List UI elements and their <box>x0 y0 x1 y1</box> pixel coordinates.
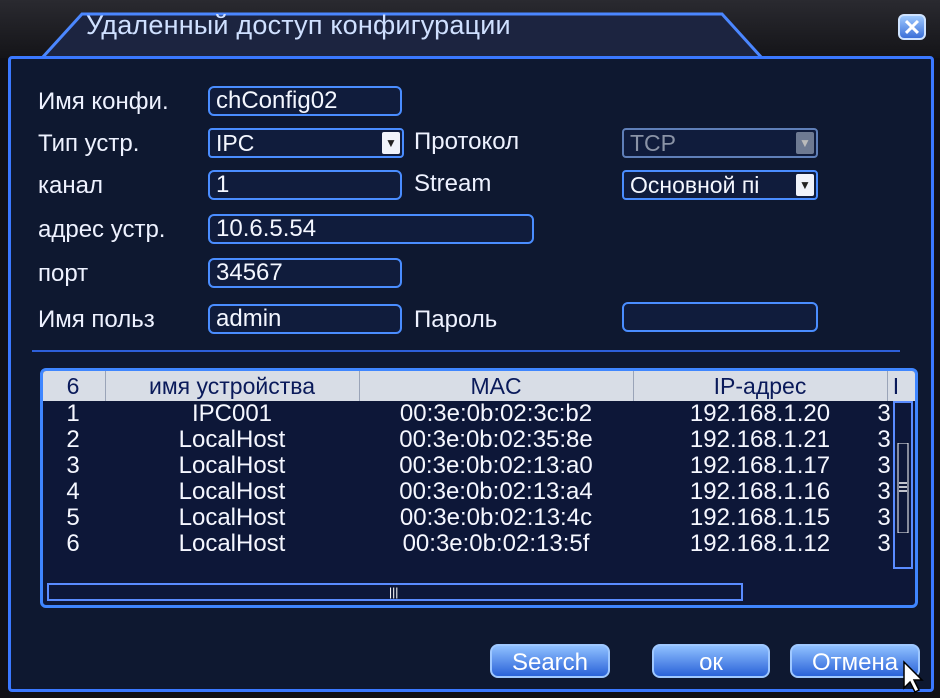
protocol-label: Протокол <box>414 128 520 155</box>
cell-name: LocalHost <box>178 478 286 505</box>
mouse-cursor-icon <box>903 660 924 694</box>
port-label: порт <box>38 260 89 287</box>
chevron-down-icon: ▼ <box>796 132 814 154</box>
table-row[interactable]: 1 IPC001 00:3e:0b:02:3c:b2 192.168.1.20 … <box>43 401 903 426</box>
stream-value: Основной пі <box>630 172 760 198</box>
device-address-label: адрес устр. <box>38 216 166 243</box>
protocol-value: TCP <box>630 130 676 156</box>
table-row[interactable]: 3 LocalHost 00:3e:0b:02:13:a0 192.168.1.… <box>43 453 903 478</box>
cell-port: 3 <box>877 478 891 505</box>
scroll-thumb-icon[interactable] <box>897 443 909 533</box>
cell-ip: 192.168.1.17 <box>689 452 831 479</box>
cell-no: 6 <box>66 530 80 557</box>
cell-name: LocalHost <box>178 530 286 557</box>
cell-name: LocalHost <box>178 426 286 453</box>
cancel-button[interactable]: Отмена <box>790 644 920 678</box>
cell-ip: 192.168.1.15 <box>689 504 831 531</box>
device-type-value: IPC <box>216 130 255 156</box>
config-name-field[interactable]: chConfig02 <box>208 86 402 116</box>
cell-port: 3 <box>877 452 891 479</box>
ok-button[interactable]: ок <box>652 644 770 678</box>
cell-mac: 00:3e:0b:02:13:5f <box>402 530 590 557</box>
stream-select[interactable]: Основной пі ▼ <box>622 170 818 200</box>
header-device-name[interactable]: имя устройства <box>107 371 357 401</box>
cell-mac: 00:3e:0b:02:3c:b2 <box>399 400 593 427</box>
table-row[interactable]: 4 LocalHost 00:3e:0b:02:13:a4 192.168.1.… <box>43 479 903 504</box>
remote-config-dialog: Удаленный доступ конфигурации ✕ Имя конф… <box>0 0 940 698</box>
config-name-label: Имя конфи. <box>38 88 169 115</box>
port-field[interactable]: 34567 <box>208 258 402 288</box>
cell-no: 5 <box>66 504 80 531</box>
channel-label: канал <box>38 172 103 199</box>
cell-port: 3 <box>877 400 891 427</box>
chevron-down-icon[interactable]: ▼ <box>382 132 400 154</box>
table-row[interactable]: 6 LocalHost 00:3e:0b:02:13:5f 192.168.1.… <box>43 531 903 556</box>
cell-mac: 00:3e:0b:02:35:8e <box>399 426 593 453</box>
header-ip[interactable]: IP-адрес <box>635 371 885 401</box>
table-row[interactable]: 5 LocalHost 00:3e:0b:02:13:4c 192.168.1.… <box>43 505 903 530</box>
cell-ip: 192.168.1.21 <box>689 426 831 453</box>
device-type-label: Тип устр. <box>38 130 140 157</box>
stream-label: Stream <box>414 170 492 197</box>
scroll-thumb-icon[interactable]: ||| <box>389 586 401 598</box>
cell-port: 3 <box>877 426 891 453</box>
vertical-scrollbar[interactable] <box>893 401 913 569</box>
cell-mac: 00:3e:0b:02:13:4c <box>399 504 593 531</box>
cell-no: 2 <box>66 426 80 453</box>
username-label: Имя польз <box>38 306 155 333</box>
cell-mac: 00:3e:0b:02:13:a0 <box>399 452 593 479</box>
protocol-select: TCP ▼ <box>622 128 818 158</box>
cell-no: 4 <box>66 478 80 505</box>
cell-port: 3 <box>877 530 891 557</box>
cell-ip: 192.168.1.16 <box>689 478 831 505</box>
header-mac[interactable]: MAC <box>361 371 631 401</box>
cell-name: LocalHost <box>178 452 286 479</box>
device-table: 6 имя устройства MAC IP-адрес I 1 IPC001… <box>40 368 918 608</box>
cell-name: IPC001 <box>191 400 273 427</box>
device-type-select[interactable]: IPC ▼ <box>208 128 404 158</box>
password-label: Пароль <box>414 306 498 333</box>
search-button[interactable]: Search <box>490 644 610 678</box>
username-field[interactable]: admin <box>208 304 402 334</box>
table-header: 6 имя устройства MAC IP-адрес I <box>43 371 915 401</box>
cell-ip: 192.168.1.20 <box>689 400 831 427</box>
title-bar: Удаленный доступ конфигурации ✕ <box>0 0 940 58</box>
cell-ip: 192.168.1.12 <box>689 530 831 557</box>
cell-no: 3 <box>66 452 80 479</box>
cell-mac: 00:3e:0b:02:13:a4 <box>399 478 593 505</box>
channel-field[interactable]: 1 <box>208 170 402 200</box>
header-port[interactable]: I <box>889 371 903 401</box>
window-title: Удаленный доступ конфигурации <box>86 10 511 40</box>
cell-name: LocalHost <box>178 504 286 531</box>
cell-port: 3 <box>877 504 891 531</box>
divider <box>32 350 900 352</box>
table-row[interactable]: 2 LocalHost 00:3e:0b:02:35:8e 192.168.1.… <box>43 427 903 452</box>
chevron-down-icon[interactable]: ▼ <box>796 174 814 196</box>
device-address-field[interactable]: 10.6.5.54 <box>208 214 534 244</box>
close-icon[interactable]: ✕ <box>898 14 926 40</box>
cell-no: 1 <box>66 400 80 427</box>
header-count[interactable]: 6 <box>43 371 103 401</box>
horizontal-scrollbar[interactable]: ||| <box>47 583 743 601</box>
password-field[interactable] <box>622 302 818 332</box>
